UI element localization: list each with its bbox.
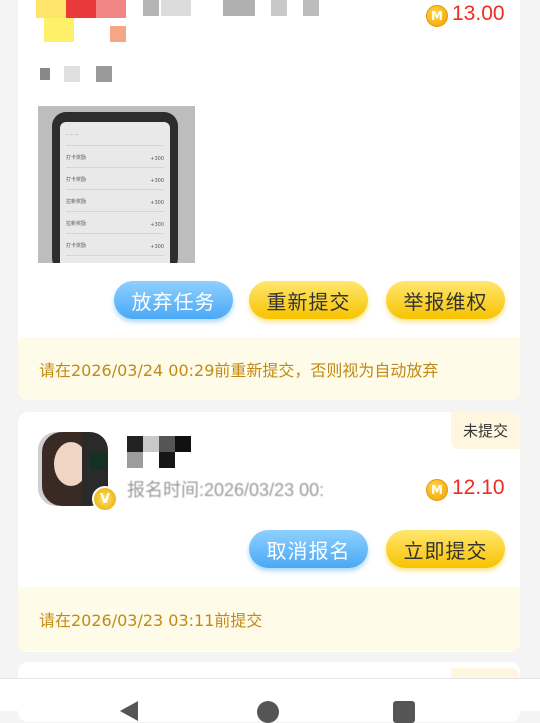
resubmit-button[interactable]: 重新提交: [249, 281, 368, 319]
description-mosaic: [40, 66, 140, 82]
username-mosaic: [143, 0, 323, 16]
submit-now-button[interactable]: 立即提交: [386, 530, 505, 568]
back-icon[interactable]: [120, 701, 138, 721]
deadline-notice: 请在2026/03/23 03:11前提交: [18, 587, 520, 651]
recent-apps-icon[interactable]: [393, 701, 415, 723]
signup-time: 报名时间:2026/03/23 00:: [127, 480, 325, 500]
vip-badge-icon: V: [92, 486, 118, 512]
username-mosaic: [127, 436, 193, 470]
avatar-mosaic: [36, 0, 126, 44]
home-icon[interactable]: [257, 701, 279, 723]
status-badge: 未提交: [450, 412, 520, 449]
task-price: 12.10: [452, 476, 505, 499]
proof-screenshot[interactable]: ·· ·· ·· 打卡奖励 +300 打卡奖励 +300 拉新奖励 +300 拉新奖励…: [38, 106, 195, 263]
abandon-task-button[interactable]: 放弃任务: [114, 281, 233, 319]
coin-icon: M: [426, 5, 448, 27]
cancel-signup-button[interactable]: 取消报名: [249, 530, 368, 568]
task-price: 13.00: [452, 2, 505, 25]
task-card-2: 未提交 V 报名时间:2026/03/23 00: M 12.10 取消报名 立…: [18, 412, 520, 652]
task-card-1: M 13.00 ·· ·· ·· 打卡奖励 +300 打卡奖励 +300 拉新奖励 +…: [18, 0, 520, 400]
report-button[interactable]: 举报维权: [386, 281, 505, 319]
system-nav-bar: [0, 678, 540, 723]
coin-icon: M: [426, 479, 448, 501]
deadline-notice: 请在2026/03/24 00:29前重新提交，否则视为自动放弃: [18, 337, 520, 400]
